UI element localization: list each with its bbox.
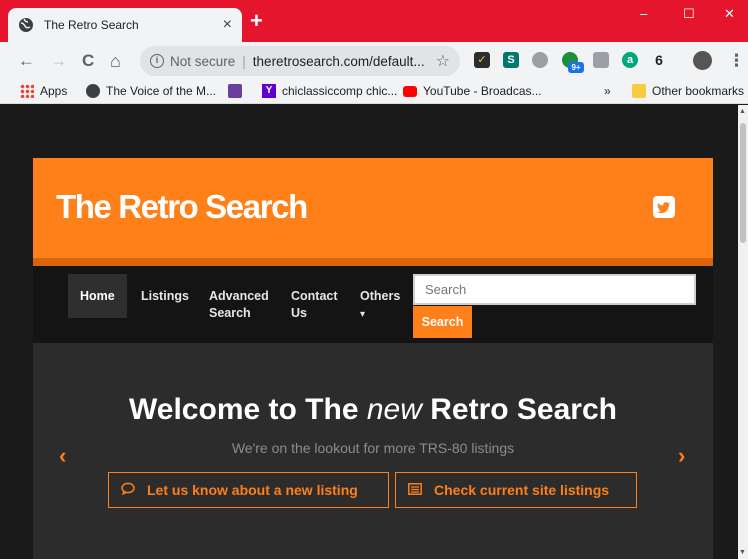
extension-s-icon[interactable]: S <box>503 52 519 68</box>
site-header: The Retro Search <box>33 158 713 266</box>
yahoo-icon: Y <box>262 84 276 98</box>
hero-carousel: Welcome to The new Retro Search We're on… <box>33 343 713 559</box>
heading-suffix: Retro Search <box>430 393 617 426</box>
web-page: The Retro Search Home Listings Advanced … <box>0 105 738 559</box>
bookmark-chiclassiccomp[interactable]: Y chiclassiccomp chic... <box>262 84 397 98</box>
search-input[interactable]: Search <box>413 274 696 305</box>
nav-home[interactable]: Home <box>68 274 127 318</box>
bookmark-label: Apps <box>40 84 68 98</box>
bookmarks-bar: Apps The Voice of the M... Y chiclassicc… <box>0 80 748 104</box>
bookmark-star-icon[interactable]: ☆ <box>436 51 450 71</box>
minimize-button[interactable]: – <box>640 6 647 21</box>
extension-check-icon[interactable]: ✓ <box>474 52 490 68</box>
nav-others-label: Others <box>360 289 401 303</box>
apps-grid-icon <box>20 84 34 98</box>
heading-emphasis: new <box>366 393 422 426</box>
address-separator: | <box>242 53 246 69</box>
bookmark-voice[interactable]: The Voice of the M... <box>86 84 216 98</box>
menu-icon[interactable]: ⋮ <box>728 51 745 71</box>
page-scrollbar[interactable]: ▲ ▼ <box>738 105 748 559</box>
scroll-down-icon[interactable]: ▼ <box>739 549 746 556</box>
bookmark-label: Other bookmarks <box>652 84 745 98</box>
home-button[interactable]: ⌂ <box>110 51 121 71</box>
site-nav: Home Listings Advanced Search Contact Us… <box>33 266 713 343</box>
info-icon[interactable]: i <box>150 54 164 68</box>
security-label: Not secure <box>170 53 236 69</box>
tab-title: The Retro Search <box>44 18 139 32</box>
youtube-icon <box>403 85 417 97</box>
bookmark-apps[interactable]: Apps <box>20 84 67 98</box>
site-title[interactable]: The Retro Search <box>56 188 308 226</box>
nav-listings[interactable]: Listings <box>129 274 201 318</box>
extension-6-icon[interactable]: 6 <box>651 52 667 68</box>
list-icon <box>408 482 422 498</box>
carousel-next-icon[interactable]: › <box>678 443 685 469</box>
tab-close-icon[interactable]: × <box>223 17 232 33</box>
globe-icon <box>86 84 100 98</box>
scrollbar-thumb[interactable] <box>740 123 746 243</box>
nav-others[interactable]: Others ▾ <box>348 274 412 320</box>
folder-icon <box>632 84 646 98</box>
search-button[interactable]: Search <box>413 306 472 338</box>
profile-avatar[interactable] <box>693 51 712 70</box>
twitter-icon[interactable] <box>653 196 675 218</box>
new-listing-label: Let us know about a new listing <box>147 482 358 498</box>
hero-tagline: We're on the lookout for more TRS-80 lis… <box>231 440 515 456</box>
globe-icon <box>19 18 33 32</box>
url-text: theretrosearch.com/default... <box>252 53 425 69</box>
bookmark-label: The Voice of the M... <box>106 84 217 98</box>
extension-bi-icon[interactable] <box>593 52 609 68</box>
nav-contact-us[interactable]: Contact Us <box>279 274 341 320</box>
extension-a-icon[interactable]: a <box>622 52 638 68</box>
bookmark-chiclassiccomp-logo[interactable] <box>228 84 248 98</box>
reload-button[interactable]: C <box>82 51 94 71</box>
carousel-prev-icon[interactable]: ‹ <box>59 443 66 469</box>
close-window-button[interactable]: ✕ <box>724 6 735 22</box>
browser-tab[interactable]: The Retro Search × <box>8 8 242 42</box>
bookmark-label: YouTube - Broadcas... <box>423 84 542 98</box>
address-bar[interactable]: i Not secure | theretrosearch.com/defaul… <box>140 46 460 76</box>
comment-icon <box>121 482 135 498</box>
bookmarks-overflow-button[interactable]: » <box>604 84 611 98</box>
bookmark-youtube[interactable]: YouTube - Broadcas... <box>403 84 542 98</box>
new-listing-button[interactable]: Let us know about a new listing <box>108 472 389 508</box>
back-button[interactable]: ← <box>18 51 35 71</box>
crown-icon <box>228 84 242 98</box>
new-tab-button[interactable]: + <box>250 10 263 32</box>
maximize-button[interactable]: ☐ <box>683 6 695 22</box>
bookmark-label: chiclassiccomp chic... <box>282 84 398 98</box>
scroll-up-icon[interactable]: ▲ <box>739 108 746 115</box>
forward-button[interactable]: → <box>50 51 67 71</box>
check-listings-label: Check current site listings <box>434 482 610 498</box>
heading-prefix: Welcome to The <box>129 393 359 426</box>
browser-tab-strip: The Retro Search × + – ☐ ✕ <box>0 0 748 42</box>
check-listings-button[interactable]: Check current site listings <box>395 472 637 508</box>
nav-advanced-search[interactable]: Advanced Search <box>197 274 269 320</box>
hero-heading: Welcome to The new Retro Search <box>33 393 713 427</box>
extension-badge: 9+ <box>568 62 584 73</box>
bookmark-other[interactable]: Other bookmarks <box>632 84 744 98</box>
header-stripe <box>33 258 713 266</box>
dropdown-caret-icon: ▾ <box>360 309 366 320</box>
extension-circle-icon[interactable] <box>532 52 548 68</box>
